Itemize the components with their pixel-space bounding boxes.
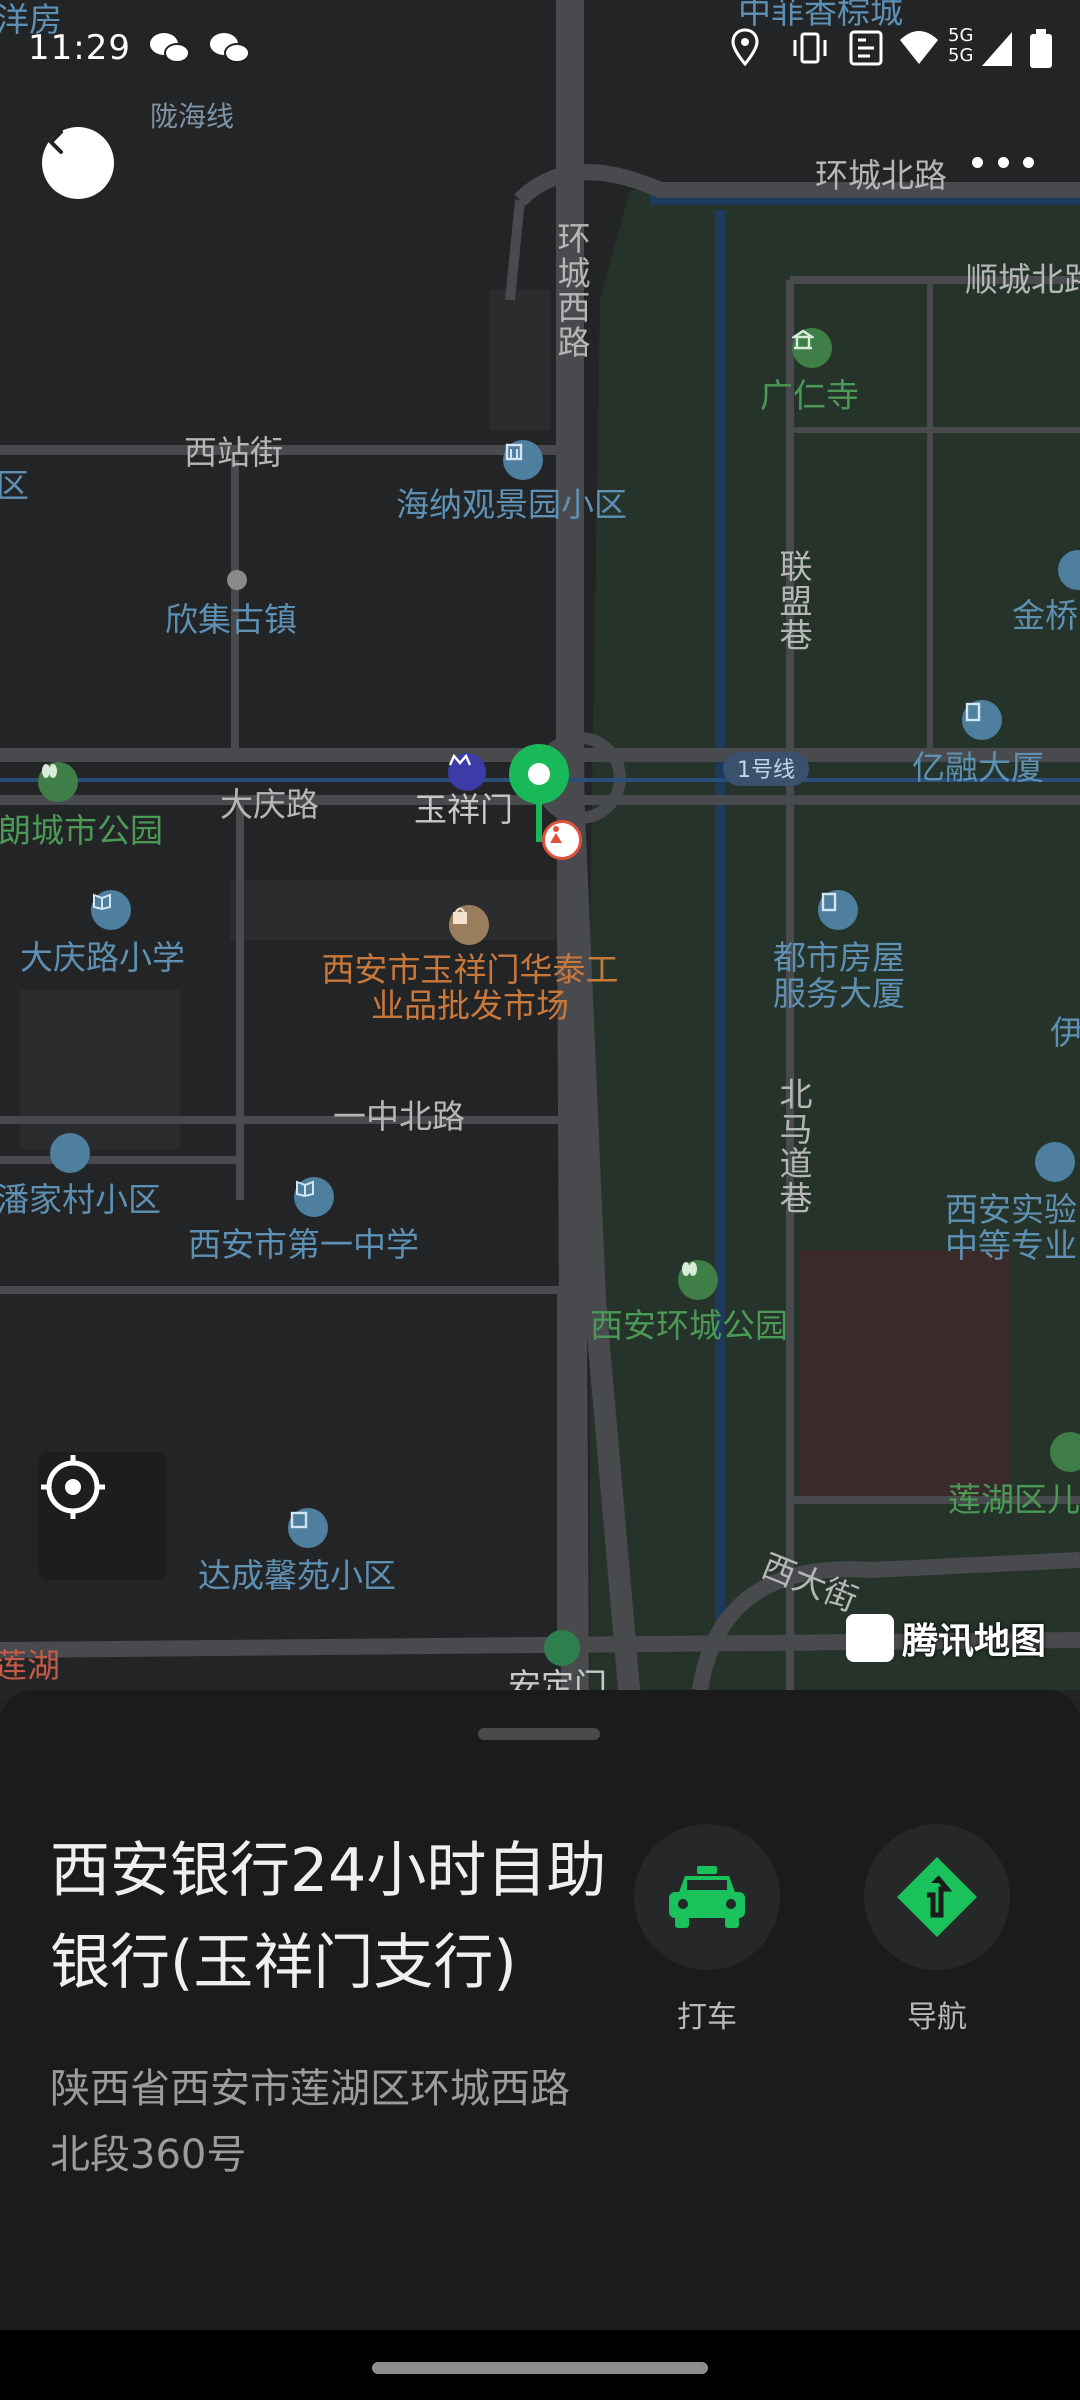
network-type: 5G — [948, 45, 974, 66]
compass-icon — [846, 1614, 894, 1662]
poi-label-daqing-school[interactable]: 大庆路小学 — [20, 939, 185, 976]
taxi-button-circle[interactable] — [634, 1824, 780, 1970]
residence-icon — [288, 1508, 328, 1548]
road-label: 环城北路 — [815, 156, 947, 195]
construction-icon — [542, 820, 582, 860]
svg-text:1号线: 1号线 — [737, 758, 795, 783]
park-icon — [38, 762, 78, 802]
nfc-icon — [849, 30, 883, 66]
school-icon — [91, 890, 131, 930]
poi-label-yi[interactable]: 伊 — [1050, 1014, 1080, 1051]
school-icon — [294, 1177, 334, 1217]
poi-label-park-west[interactable]: 朗城市公园 — [0, 812, 163, 849]
dot-icon — [1023, 156, 1034, 168]
logo-text: 腾讯地图 — [902, 1621, 1047, 1662]
metro-icon — [544, 1630, 580, 1666]
battery-icon — [1030, 29, 1052, 68]
poi-label-dacheng[interactable]: 达成馨苑小区 — [198, 1557, 396, 1594]
poi-label-lianhu-kids[interactable]: 莲湖区儿 — [948, 1481, 1080, 1518]
navigation-label: 导航 — [907, 2000, 967, 2035]
poi-label-yuxiangmen-station[interactable]: 玉祥门 — [414, 791, 513, 828]
building-icon — [962, 700, 1002, 740]
metro-icon — [448, 753, 486, 791]
road-label: 顺城北路 — [965, 260, 1080, 299]
road-label: 联盟巷 — [779, 547, 813, 656]
poi-label-haina[interactable]: 海纳观景园小区 — [396, 486, 627, 523]
poi-label-jinqiao[interactable]: 金桥 — [1012, 597, 1078, 634]
temple-icon — [792, 328, 832, 368]
dot-icon — [227, 570, 247, 590]
drag-handle[interactable] — [478, 1728, 600, 1740]
residence-icon — [50, 1133, 90, 1173]
road-label: 环城西路 — [557, 219, 591, 362]
network-type: 5G — [948, 25, 974, 46]
dot-icon — [972, 156, 983, 168]
navigation-button-circle[interactable] — [864, 1824, 1010, 1970]
crosshair-icon — [41, 1455, 105, 1519]
road-label: 西站街 — [184, 433, 283, 472]
chevron-left-icon — [49, 130, 63, 154]
more-options-button[interactable] — [972, 142, 1034, 182]
navigation-icon — [897, 1857, 977, 1937]
vibrate-icon — [793, 32, 827, 64]
place-detail-sheet[interactable]: 西安银行24小时自助银行(玉祥门支行) 陕西省西安市莲湖区环城西路北段360号 … — [0, 1690, 1080, 2330]
poi-label-dushi[interactable]: 都市房屋服务大厦 — [764, 940, 914, 1011]
poi-label-huancheng-park[interactable]: 西安环城公园 — [590, 1307, 788, 1344]
place-title: 西安银行24小时自助银行(玉祥门支行) — [50, 1836, 607, 1998]
location-icon — [731, 28, 759, 67]
poi-label-guangren-temple[interactable]: 广仁寺 — [760, 377, 859, 414]
road-label: 大庆路 — [220, 785, 319, 824]
taxi-icon — [669, 1866, 745, 1928]
poi-label-xian-shiyan[interactable]: 西安实验中等专业 — [945, 1192, 1080, 1263]
poi-label-market[interactable]: 西安市玉祥门华泰工业品批发市场 — [320, 952, 620, 1023]
navigation-button[interactable]: 导航 — [864, 1824, 1010, 2036]
poi-label-no1-school[interactable]: 西安市第一中学 — [188, 1226, 419, 1263]
place-address: 陕西省西安市莲湖区环城西路北段360号 — [50, 2066, 570, 2178]
wechat-icon — [150, 33, 190, 63]
park-icon — [678, 1260, 718, 1300]
poi-label-yirong[interactable]: 亿融大厦 — [912, 749, 1044, 786]
status-bar: 11:29 5G 5G — [0, 0, 1080, 100]
dot-icon — [997, 156, 1009, 168]
back-button[interactable] — [42, 127, 114, 199]
poi-label-qu[interactable]: 区 — [0, 467, 29, 504]
map-view[interactable]: 1号线 环城北路 顺城北路 环城西路 西站街 大庆路 一中北路 联盟巷 北马道巷… — [0, 0, 1080, 1700]
taxi-label: 打车 — [677, 2000, 737, 2035]
residence-icon — [503, 440, 543, 480]
poi-label-xinji[interactable]: 欣集古镇 — [165, 601, 297, 638]
road-label: 一中北路 — [333, 1097, 465, 1136]
wechat-icon — [210, 33, 250, 63]
road-label: 北马道巷 — [779, 1075, 813, 1218]
wifi-icon — [900, 31, 938, 64]
poi-label-lianhu[interactable]: 莲湖 — [0, 1647, 60, 1684]
tencent-map-logo: 腾讯地图 — [846, 1612, 1046, 1664]
poi-label-panjiacun[interactable]: 潘家村小区 — [0, 1181, 161, 1218]
signal-5g-icon — [982, 32, 1012, 66]
system-nav-bar — [0, 2330, 1080, 2400]
building-icon — [818, 890, 858, 930]
taxi-button[interactable]: 打车 — [634, 1824, 780, 2036]
school-icon — [1035, 1142, 1075, 1182]
locate-me-button[interactable] — [38, 1452, 166, 1580]
status-time: 11:29 — [28, 28, 131, 68]
rail-label: 陇海线 — [150, 100, 235, 133]
home-gesture-bar[interactable] — [372, 2362, 708, 2374]
market-icon — [449, 905, 489, 945]
